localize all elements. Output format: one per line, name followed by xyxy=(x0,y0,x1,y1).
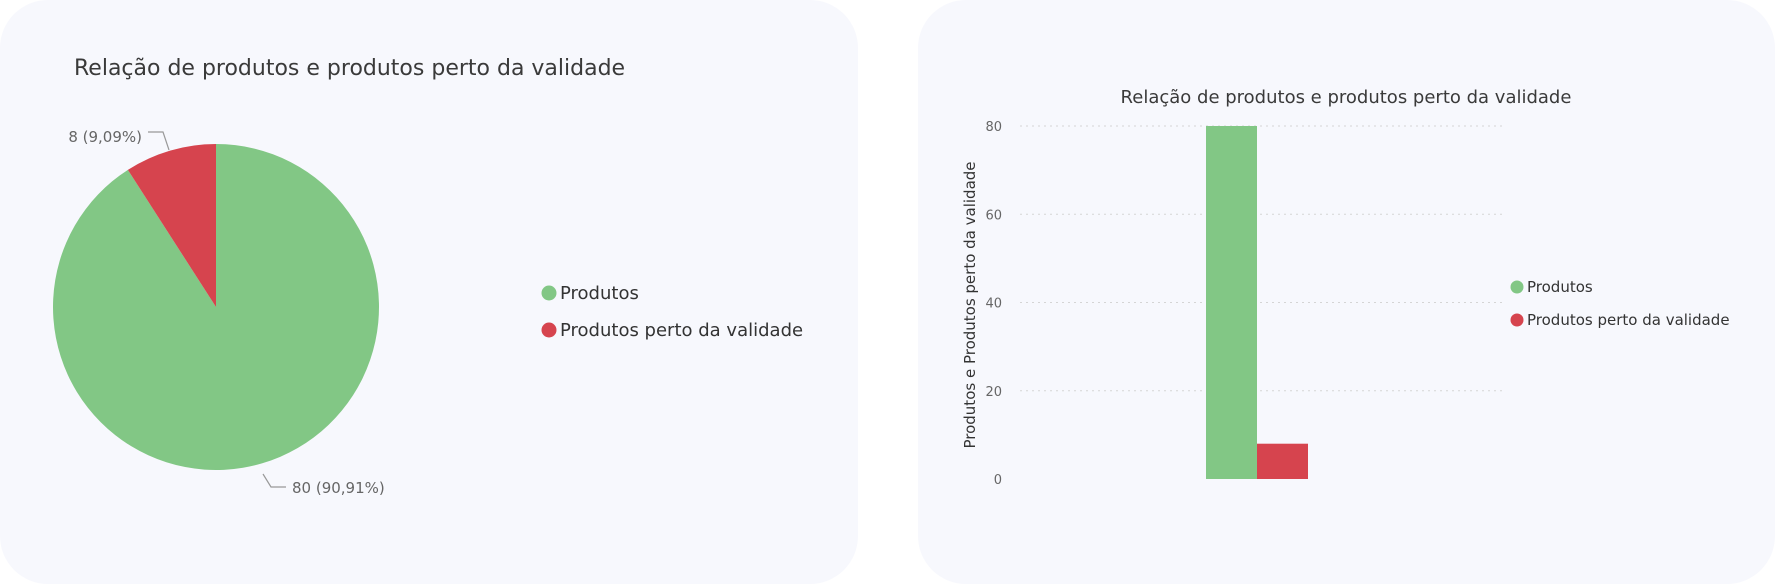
pie-legend-label[interactable]: Produtos xyxy=(560,283,639,304)
y-axis-title: Produtos e Produtos perto da validade xyxy=(961,161,979,448)
pie-leader-line-small xyxy=(148,131,170,151)
bar-legend-label[interactable]: Produtos perto da validade xyxy=(1527,311,1730,329)
y-tick-label: 20 xyxy=(985,385,1002,400)
pie-legend-label[interactable]: Produtos perto da validade xyxy=(560,320,803,341)
bar-legend-label[interactable]: Produtos xyxy=(1527,278,1593,296)
pie-chart: Relação de produtos e produtos perto da … xyxy=(52,56,803,497)
pie-data-label-small: 8 (9,09%) xyxy=(68,128,142,146)
bar-chart: Relação de produtos e produtos perto da … xyxy=(961,87,1730,488)
pie-legend-marker xyxy=(541,285,557,301)
pie-chart-title: Relação de produtos e produtos perto da … xyxy=(74,56,625,81)
bar-produtos[interactable] xyxy=(1206,126,1257,479)
y-tick-label: 80 xyxy=(985,120,1002,135)
pie-legend-marker xyxy=(541,322,557,338)
y-tick-label: 40 xyxy=(985,297,1002,312)
bar-legend-marker xyxy=(1510,280,1524,294)
y-tick-label: 60 xyxy=(985,208,1002,223)
bar-chart-title: Relação de produtos e produtos perto da … xyxy=(1121,87,1572,108)
bar-chart-card: Relação de produtos e produtos perto da … xyxy=(918,0,1775,584)
pie-chart-card: Relação de produtos e produtos perto da … xyxy=(0,0,858,584)
y-tick-label: 0 xyxy=(994,473,1002,488)
bar-produtos-perto-da-validade[interactable] xyxy=(1257,443,1308,479)
pie-leader-line-large xyxy=(262,473,286,488)
bar-legend-marker xyxy=(1510,313,1524,327)
pie-data-label-large: 80 (90,91%) xyxy=(292,479,385,497)
